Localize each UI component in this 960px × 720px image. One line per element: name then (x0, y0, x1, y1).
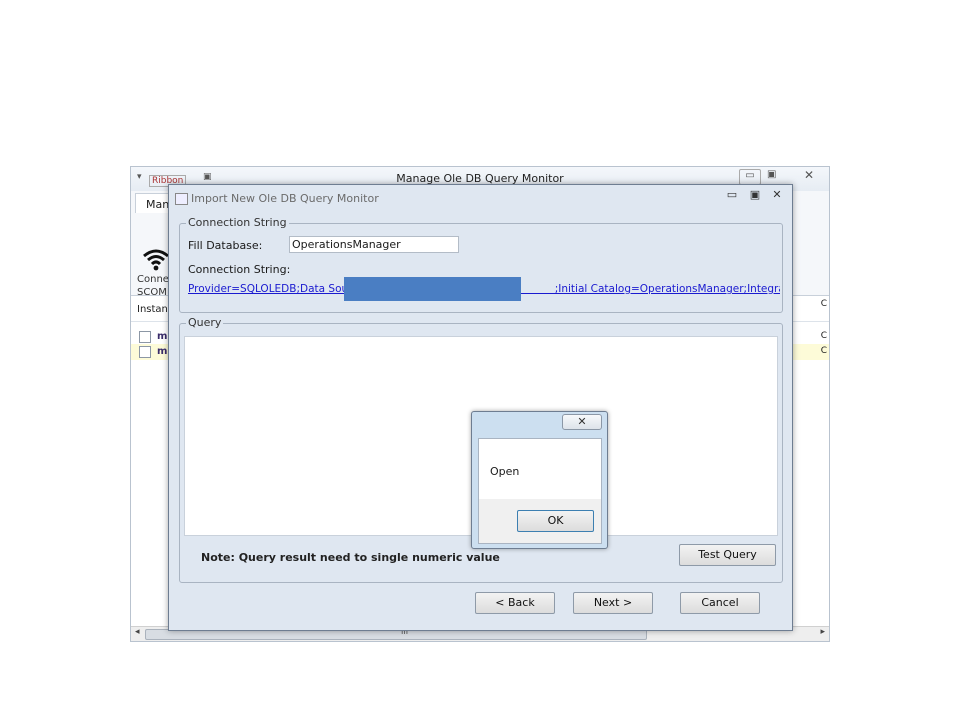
scroll-left-arrow-icon[interactable]: ◂ (135, 627, 140, 637)
query-group-title: Query (186, 316, 224, 329)
message-box-body: Open OK (478, 438, 602, 544)
test-query-button[interactable]: Test Query (679, 544, 776, 566)
dialog-maximize-icon[interactable]: ▣ (748, 188, 762, 202)
message-box-footer: OK (479, 499, 601, 543)
row-checkbox[interactable] (139, 331, 151, 343)
query-note: Note: Query result need to single numeri… (201, 551, 500, 564)
next-button[interactable]: Next > (573, 592, 653, 614)
fill-database-input[interactable]: OperationsManager (289, 236, 459, 253)
close-icon[interactable]: ✕ (804, 168, 814, 182)
redaction-block (344, 277, 521, 301)
message-box: ✕ Open OK (471, 411, 608, 549)
row-right-cell: C (820, 331, 827, 341)
fill-database-label: Fill Database: (188, 239, 263, 252)
wifi-icon[interactable] (141, 246, 171, 272)
message-text: Open (490, 465, 520, 478)
dialog-close-icon[interactable]: ✕ (770, 188, 784, 202)
maximize-icon[interactable]: ▣ (767, 169, 776, 180)
dialog-minimize-icon[interactable]: ▭ (725, 188, 739, 202)
message-box-close-icon[interactable]: ✕ (562, 414, 602, 430)
connection-string-group-title: Connection String (186, 216, 289, 229)
row-right-cell: C (820, 346, 827, 356)
connection-string-group: Connection String Fill Database: Operati… (179, 216, 783, 313)
import-dialog: Import New Ole DB Query Monitor ▭ ▣ ✕ Co… (168, 184, 793, 631)
back-button[interactable]: < Back (475, 592, 555, 614)
dialog-app-icon (175, 193, 188, 205)
dialog-title: Import New Ole DB Query Monitor (191, 192, 379, 205)
row-checkbox[interactable] (139, 346, 151, 358)
connect-scom-button-label[interactable]: Conne SCOM (137, 273, 169, 299)
scroll-right-arrow-icon[interactable]: ▸ (820, 627, 825, 637)
column-instance[interactable]: Instan (137, 304, 168, 315)
column-right[interactable]: C (821, 299, 827, 309)
connection-string-label: Connection String: (188, 263, 291, 276)
minimize-icon[interactable]: ▭ (739, 169, 761, 185)
ok-button[interactable]: OK (517, 510, 594, 532)
cancel-button[interactable]: Cancel (680, 592, 760, 614)
